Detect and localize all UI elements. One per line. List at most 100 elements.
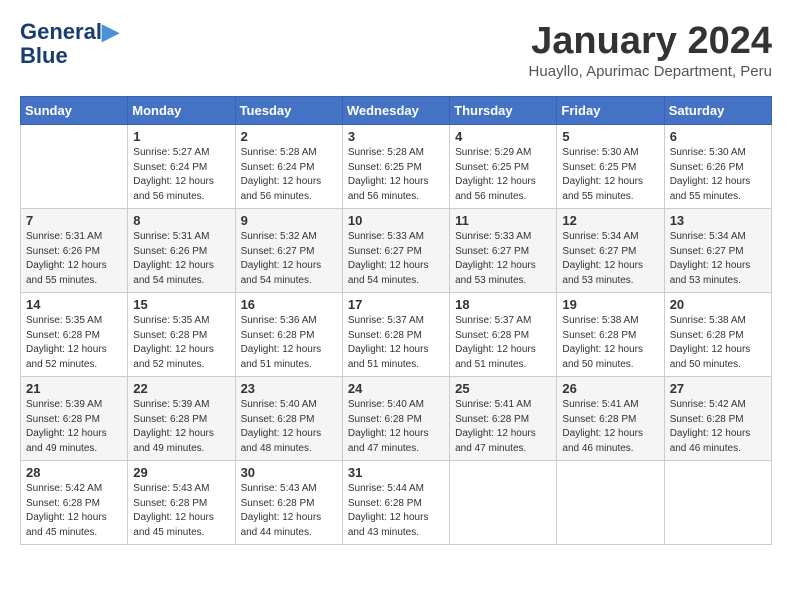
calendar-cell: 27 Sunrise: 5:42 AMSunset: 6:28 PMDayligh… (664, 377, 771, 461)
day-info: Sunrise: 5:35 AMSunset: 6:28 PMDaylight:… (26, 314, 122, 372)
day-number: 24 (348, 381, 444, 396)
calendar-cell: 7 Sunrise: 5:31 AMSunset: 6:26 PMDaylight… (21, 209, 128, 293)
day-info: Sunrise: 5:35 AMSunset: 6:28 PMDaylight:… (133, 314, 229, 372)
calendar-cell (21, 125, 128, 209)
logo: General▶Blue (20, 20, 119, 68)
calendar-cell: 14 Sunrise: 5:35 AMSunset: 6:28 PMDayligh… (21, 293, 128, 377)
day-info: Sunrise: 5:27 AMSunset: 6:24 PMDaylight:… (133, 146, 229, 204)
calendar-cell: 11Sunrise: 5:33 AMSunset: 6:27 PMDayligh… (450, 209, 557, 293)
calendar-cell: 30Sunrise: 5:43 AMSunset: 6:28 PMDayligh… (235, 461, 342, 545)
day-number: 31 (348, 465, 444, 480)
day-info: Sunrise: 5:39 AMSunset: 6:28 PMDaylight:… (26, 398, 122, 456)
day-number: 9 (241, 213, 337, 228)
weekday-header: Sunday (21, 97, 128, 125)
day-info: Sunrise: 5:41 AMSunset: 6:28 PMDaylight:… (562, 398, 658, 456)
day-number: 2 (241, 129, 337, 144)
day-info: Sunrise: 5:34 AMSunset: 6:27 PMDaylight:… (670, 230, 766, 288)
calendar-title: January 2024 (529, 20, 772, 63)
calendar-cell: 16 Sunrise: 5:36 AMSunset: 6:28 PMDayligh… (235, 293, 342, 377)
day-info: Sunrise: 5:34 AMSunset: 6:27 PMDaylight:… (562, 230, 658, 288)
day-info: Sunrise: 5:28 AMSunset: 6:25 PMDaylight:… (348, 146, 444, 204)
calendar-cell: 25 Sunrise: 5:41 AMSunset: 6:28 PMDayligh… (450, 377, 557, 461)
day-number: 29 (133, 465, 229, 480)
day-info: Sunrise: 5:39 AMSunset: 6:28 PMDaylight:… (133, 398, 229, 456)
weekday-header: Wednesday (342, 97, 449, 125)
calendar-week-row: 1 Sunrise: 5:27 AMSunset: 6:24 PMDaylight… (21, 125, 772, 209)
day-number: 1 (133, 129, 229, 144)
calendar-table: SundayMondayTuesdayWednesdayThursdayFrid… (20, 96, 772, 545)
calendar-week-row: 21 Sunrise: 5:39 AMSunset: 6:28 PMDayligh… (21, 377, 772, 461)
day-info: Sunrise: 5:30 AMSunset: 6:25 PMDaylight:… (562, 146, 658, 204)
day-number: 13 (670, 213, 766, 228)
day-info: Sunrise: 5:28 AMSunset: 6:24 PMDaylight:… (241, 146, 337, 204)
day-info: Sunrise: 5:40 AMSunset: 6:28 PMDaylight:… (241, 398, 337, 456)
day-number: 21 (26, 381, 122, 396)
weekday-header: Tuesday (235, 97, 342, 125)
day-number: 22 (133, 381, 229, 396)
day-number: 8 (133, 213, 229, 228)
day-info: Sunrise: 5:38 AMSunset: 6:28 PMDaylight:… (562, 314, 658, 372)
day-number: 12 (562, 213, 658, 228)
calendar-cell: 15 Sunrise: 5:35 AMSunset: 6:28 PMDayligh… (128, 293, 235, 377)
calendar-cell: 24 Sunrise: 5:40 AMSunset: 6:28 PMDayligh… (342, 377, 449, 461)
calendar-cell: 1 Sunrise: 5:27 AMSunset: 6:24 PMDaylight… (128, 125, 235, 209)
calendar-cell (557, 461, 664, 545)
calendar-week-row: 28Sunrise: 5:42 AMSunset: 6:28 PMDayligh… (21, 461, 772, 545)
day-number: 10 (348, 213, 444, 228)
calendar-cell: 26 Sunrise: 5:41 AMSunset: 6:28 PMDayligh… (557, 377, 664, 461)
day-info: Sunrise: 5:37 AMSunset: 6:28 PMDaylight:… (348, 314, 444, 372)
logo-text: General▶Blue (20, 20, 119, 68)
day-number: 27 (670, 381, 766, 396)
day-info: Sunrise: 5:42 AMSunset: 6:28 PMDaylight:… (26, 482, 122, 540)
day-number: 5 (562, 129, 658, 144)
day-info: Sunrise: 5:32 AMSunset: 6:27 PMDaylight:… (241, 230, 337, 288)
calendar-cell: 31Sunrise: 5:44 AMSunset: 6:28 PMDayligh… (342, 461, 449, 545)
weekday-header: Saturday (664, 97, 771, 125)
day-info: Sunrise: 5:33 AMSunset: 6:27 PMDaylight:… (348, 230, 444, 288)
day-number: 25 (455, 381, 551, 396)
calendar-cell: 19 Sunrise: 5:38 AMSunset: 6:28 PMDayligh… (557, 293, 664, 377)
day-number: 26 (562, 381, 658, 396)
day-info: Sunrise: 5:43 AMSunset: 6:28 PMDaylight:… (133, 482, 229, 540)
weekday-header: Friday (557, 97, 664, 125)
calendar-cell: 12 Sunrise: 5:34 AMSunset: 6:27 PMDayligh… (557, 209, 664, 293)
day-info: Sunrise: 5:29 AMSunset: 6:25 PMDaylight:… (455, 146, 551, 204)
calendar-cell: 4Sunrise: 5:29 AMSunset: 6:25 PMDaylight… (450, 125, 557, 209)
day-number: 16 (241, 297, 337, 312)
day-info: Sunrise: 5:42 AMSunset: 6:28 PMDaylight:… (670, 398, 766, 456)
day-number: 11 (455, 213, 551, 228)
weekday-header: Thursday (450, 97, 557, 125)
calendar-week-row: 7 Sunrise: 5:31 AMSunset: 6:26 PMDaylight… (21, 209, 772, 293)
calendar-cell: 8Sunrise: 5:31 AMSunset: 6:26 PMDaylight… (128, 209, 235, 293)
calendar-week-row: 14 Sunrise: 5:35 AMSunset: 6:28 PMDayligh… (21, 293, 772, 377)
day-number: 14 (26, 297, 122, 312)
day-info: Sunrise: 5:40 AMSunset: 6:28 PMDaylight:… (348, 398, 444, 456)
calendar-cell: 17 Sunrise: 5:37 AMSunset: 6:28 PMDayligh… (342, 293, 449, 377)
calendar-cell: 21 Sunrise: 5:39 AMSunset: 6:28 PMDayligh… (21, 377, 128, 461)
calendar-cell: 28Sunrise: 5:42 AMSunset: 6:28 PMDayligh… (21, 461, 128, 545)
day-number: 19 (562, 297, 658, 312)
day-info: Sunrise: 5:41 AMSunset: 6:28 PMDaylight:… (455, 398, 551, 456)
day-number: 17 (348, 297, 444, 312)
day-info: Sunrise: 5:37 AMSunset: 6:28 PMDaylight:… (455, 314, 551, 372)
day-number: 7 (26, 213, 122, 228)
calendar-cell: 5 Sunrise: 5:30 AMSunset: 6:25 PMDaylight… (557, 125, 664, 209)
day-number: 15 (133, 297, 229, 312)
header: General▶Blue January 2024 Huayllo, Apuri… (20, 20, 772, 80)
day-info: Sunrise: 5:31 AMSunset: 6:26 PMDaylight:… (26, 230, 122, 288)
calendar-subtitle: Huayllo, Apurimac Department, Peru (529, 63, 772, 80)
day-info: Sunrise: 5:43 AMSunset: 6:28 PMDaylight:… (241, 482, 337, 540)
day-info: Sunrise: 5:30 AMSunset: 6:26 PMDaylight:… (670, 146, 766, 204)
day-number: 20 (670, 297, 766, 312)
day-number: 6 (670, 129, 766, 144)
calendar-header-row: SundayMondayTuesdayWednesdayThursdayFrid… (21, 97, 772, 125)
calendar-cell (664, 461, 771, 545)
calendar-cell: 22 Sunrise: 5:39 AMSunset: 6:28 PMDayligh… (128, 377, 235, 461)
calendar-cell: 10 Sunrise: 5:33 AMSunset: 6:27 PMDayligh… (342, 209, 449, 293)
calendar-cell (450, 461, 557, 545)
calendar-cell: 20Sunrise: 5:38 AMSunset: 6:28 PMDayligh… (664, 293, 771, 377)
day-number: 3 (348, 129, 444, 144)
day-info: Sunrise: 5:36 AMSunset: 6:28 PMDaylight:… (241, 314, 337, 372)
title-block: January 2024 Huayllo, Apurimac Departmen… (529, 20, 772, 80)
calendar-cell: 2 Sunrise: 5:28 AMSunset: 6:24 PMDaylight… (235, 125, 342, 209)
